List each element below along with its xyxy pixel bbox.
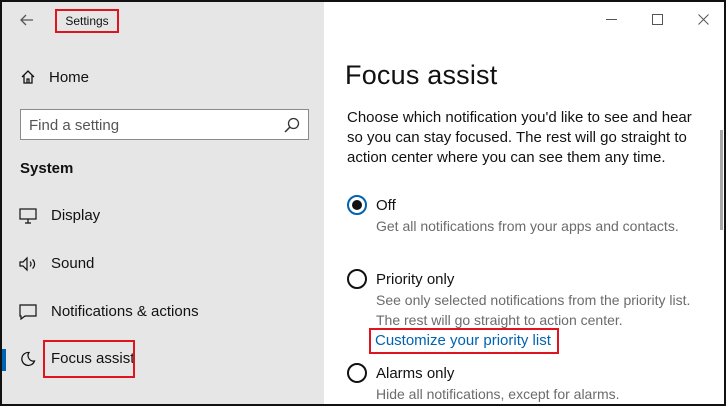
maximize-button[interactable] [634, 2, 680, 36]
minimize-button[interactable] [588, 2, 634, 36]
moon-icon [19, 350, 37, 368]
sound-icon [19, 255, 37, 273]
sidebar: Settings Home System Display [2, 2, 324, 404]
intro-text: Choose which notification you'd like to … [347, 109, 692, 166]
close-icon [697, 13, 709, 25]
home-label: Home [49, 68, 90, 86]
sidebar-item-display[interactable]: Display [2, 199, 322, 233]
maximize-icon [651, 13, 663, 25]
main-content: Focus assist Choose which notification y… [324, 2, 724, 404]
option-desc-off: Get all notifications from your apps and… [376, 218, 679, 234]
option-label-priority: Priority only [376, 271, 455, 288]
section-title: System [20, 160, 74, 177]
highlight-box [43, 340, 135, 378]
window-controls [588, 2, 724, 36]
home-link[interactable]: Home [20, 66, 89, 88]
sidebar-item-sound[interactable]: Sound [2, 247, 322, 281]
option-label-off: Off [376, 197, 396, 214]
page-title: Focus assist [345, 60, 498, 90]
sidebar-item-label: Display [51, 207, 101, 224]
minimize-icon [605, 18, 617, 20]
display-icon [19, 207, 37, 225]
sidebar-item-label: Notifications & actions [51, 303, 199, 320]
radio-alarms-only[interactable] [347, 363, 367, 383]
option-desc-alarms: Hide all notifications, except for alarm… [376, 386, 620, 402]
option-desc-priority: See only selected notifications from the… [376, 292, 691, 328]
scrollbar[interactable] [720, 130, 723, 230]
search-input[interactable] [29, 115, 269, 135]
home-icon [21, 70, 35, 84]
settings-window: Settings Home System Display [0, 0, 726, 406]
selection-indicator [2, 349, 6, 371]
option-label-alarms: Alarms only [376, 365, 455, 382]
sidebar-item-notifications[interactable]: Notifications & actions [2, 295, 322, 329]
search-icon[interactable] [283, 116, 301, 134]
close-button[interactable] [680, 2, 724, 36]
customize-priority-link[interactable]: Customize your priority list [375, 332, 551, 349]
notifications-icon [19, 303, 37, 321]
radio-priority-only[interactable] [347, 269, 367, 289]
back-arrow-icon [20, 14, 33, 26]
sidebar-item-label: Sound [51, 255, 95, 272]
search-field[interactable] [20, 109, 309, 140]
app-title: Settings [55, 9, 119, 33]
back-button[interactable] [14, 8, 40, 32]
radio-off[interactable] [347, 195, 367, 215]
